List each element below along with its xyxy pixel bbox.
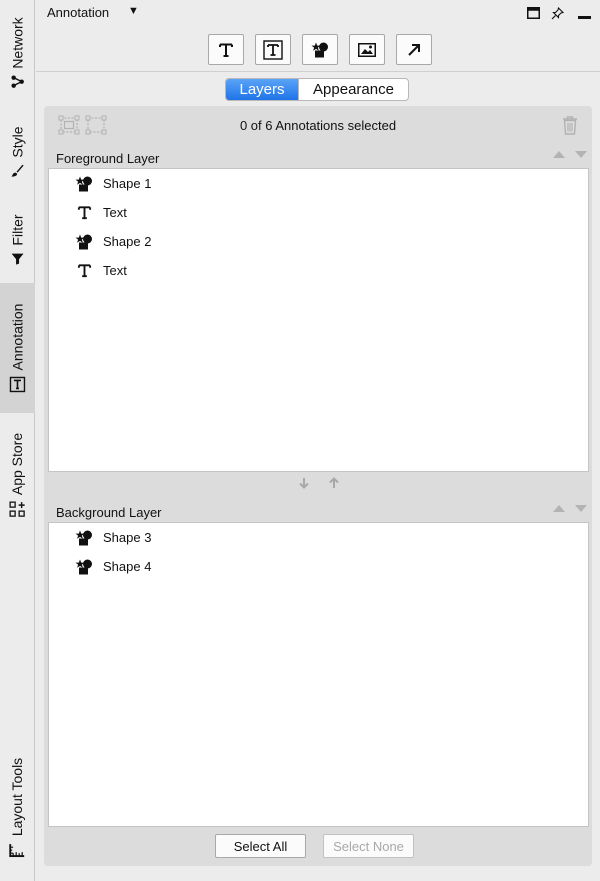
- panel-titlebar: Annotation ▼: [36, 0, 600, 27]
- annotation-toolbar: [208, 34, 432, 65]
- layers-content: 0 of 6 Annotations selected Foreground L…: [44, 106, 592, 866]
- add-arrow-button[interactable]: [396, 34, 432, 65]
- tab-filter[interactable]: Filter: [0, 200, 35, 280]
- shape-icon: [75, 175, 93, 193]
- list-item[interactable]: Shape 1: [49, 169, 588, 198]
- side-tab-strip: Network Style Filter Annotation App Stor…: [0, 0, 35, 881]
- background-list: Shape 3 Shape 4: [48, 522, 589, 827]
- shape-icon: [75, 558, 93, 576]
- background-layer-header: Background Layer: [47, 497, 589, 523]
- add-text-button[interactable]: [208, 34, 244, 65]
- move-layer-up-icon[interactable]: [553, 151, 565, 158]
- shape-icon: [75, 529, 93, 547]
- list-item-label: Shape 4: [103, 559, 152, 574]
- arrow-icon: [408, 43, 420, 56]
- list-item-label: Text: [103, 263, 127, 278]
- tab-layout-tools[interactable]: Layout Tools: [0, 740, 35, 875]
- list-item[interactable]: Text: [49, 256, 588, 285]
- foreground-layer-title: Foreground Layer: [56, 151, 160, 166]
- list-item-label: Shape 3: [103, 530, 152, 545]
- image-icon: [358, 42, 376, 57]
- layers-appearance-tabs: Layers Appearance: [225, 78, 409, 101]
- brush-icon: [11, 164, 24, 177]
- toolbar-divider: [36, 71, 600, 72]
- add-bounded-text-button[interactable]: [255, 34, 291, 65]
- annotation-panel: Annotation ▼ Layers Appearance 0 of 6 An…: [36, 0, 600, 881]
- tab-appearance[interactable]: Appearance: [298, 79, 408, 100]
- trash-icon[interactable]: [562, 115, 578, 135]
- tab-annotation[interactable]: Annotation: [0, 283, 35, 413]
- foreground-list: Shape 1 Text Shape 2 Text: [48, 168, 589, 472]
- text-icon: [75, 204, 93, 222]
- list-item[interactable]: Shape 2: [49, 227, 588, 256]
- move-between-layers-bar: [48, 472, 589, 494]
- panel-menu-caret[interactable]: ▼: [128, 5, 139, 17]
- selection-status: 0 of 6 Annotations selected: [239, 118, 397, 133]
- ruler-icon: [9, 843, 25, 857]
- pin-icon[interactable]: [549, 5, 565, 21]
- shape-icon: [311, 42, 328, 57]
- tab-annotation-label: Annotation: [9, 303, 26, 371]
- shape-icon: [75, 233, 93, 251]
- tab-network[interactable]: Network: [0, 0, 35, 105]
- app-store-icon: [9, 501, 26, 517]
- list-item-label: Shape 1: [103, 176, 152, 191]
- list-item[interactable]: Shape 4: [49, 552, 588, 581]
- tab-style[interactable]: Style: [0, 112, 35, 192]
- tab-app-store-label: App Store: [9, 432, 26, 496]
- add-shape-button[interactable]: [302, 34, 338, 65]
- move-up-icon[interactable]: [328, 477, 340, 489]
- float-window-icon[interactable]: [525, 5, 541, 21]
- tab-layout-tools-label: Layout Tools: [9, 757, 26, 836]
- move-layer-down-icon[interactable]: [575, 151, 587, 158]
- move-layer-up-icon[interactable]: [553, 505, 565, 512]
- background-layer-title: Background Layer: [56, 505, 162, 520]
- tab-layers[interactable]: Layers: [226, 79, 298, 100]
- bounded-text-icon: [263, 39, 283, 60]
- list-item[interactable]: Shape 3: [49, 523, 588, 552]
- tab-filter-label: Filter: [9, 214, 26, 246]
- panel-title[interactable]: Annotation: [47, 5, 109, 20]
- list-item[interactable]: Text: [49, 198, 588, 227]
- move-down-icon[interactable]: [298, 477, 310, 489]
- network-icon: [11, 74, 24, 88]
- tab-style-label: Style: [9, 126, 26, 158]
- tab-network-label: Network: [9, 16, 26, 69]
- filter-icon: [11, 253, 24, 265]
- text-icon: [75, 262, 93, 280]
- tab-app-store[interactable]: App Store: [0, 420, 35, 530]
- text-icon: [219, 43, 233, 57]
- text-box-icon: [9, 376, 26, 393]
- list-item-label: Shape 2: [103, 234, 152, 249]
- selection-row: 0 of 6 Annotations selected: [44, 106, 592, 140]
- add-image-button[interactable]: [349, 34, 385, 65]
- select-all-button[interactable]: Select All: [215, 834, 306, 858]
- foreground-layer-header: Foreground Layer: [47, 143, 589, 169]
- list-item-label: Text: [103, 205, 127, 220]
- select-none-button[interactable]: Select None: [323, 834, 414, 858]
- minimize-icon[interactable]: [576, 5, 592, 21]
- move-layer-down-icon[interactable]: [575, 505, 587, 512]
